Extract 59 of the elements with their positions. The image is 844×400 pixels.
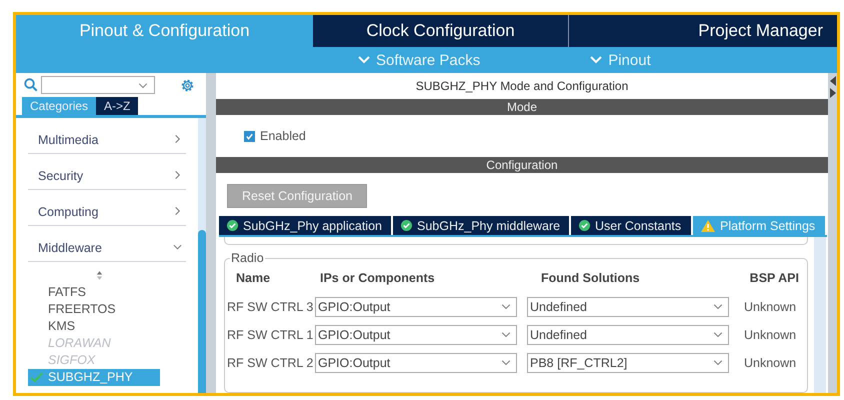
- component-item[interactable]: FREERTOS: [28, 301, 186, 318]
- chevron-icon: [173, 134, 182, 144]
- dropdown[interactable]: GPIO:Output: [315, 297, 517, 317]
- table-cell-text: Unknown: [743, 328, 798, 342]
- sort-icon[interactable]: [96, 270, 103, 281]
- chevron-down-icon: [501, 332, 511, 338]
- view-tab[interactable]: A->Z: [96, 97, 138, 115]
- dropdown[interactable]: Undefined: [527, 325, 729, 345]
- chevron-down-icon: [713, 332, 723, 338]
- dropdown[interactable]: Undefined: [527, 297, 729, 317]
- chevron-icon: [173, 170, 182, 180]
- settings-icon[interactable]: [179, 76, 196, 94]
- section-header: Mode: [216, 99, 828, 115]
- config-tab[interactable]: SubGHz_Phy middleware: [393, 216, 569, 235]
- category-item[interactable]: Multimedia: [28, 118, 186, 154]
- category-item[interactable]: Computing: [28, 190, 186, 226]
- main-tab[interactable]: Clock Configuration: [313, 15, 569, 47]
- table-cell-text: RF SW CTRL 3: [227, 300, 314, 314]
- table-cell-text: Unknown: [743, 356, 798, 370]
- table-cell-text: RF SW CTRL 2: [227, 356, 314, 370]
- config-tab[interactable]: User Constants: [571, 216, 691, 235]
- main-tab[interactable]: Project Manager: [569, 15, 837, 47]
- config-tab[interactable]: SubGHz_Phy application: [219, 216, 391, 235]
- table-cell-text: Unknown: [743, 300, 798, 314]
- column-header: Name: [235, 270, 272, 287]
- component-item[interactable]: FATFS: [28, 284, 186, 301]
- search-field[interactable]: [41, 76, 155, 94]
- chevron-down-icon: [501, 360, 511, 366]
- chevron-icon: [173, 206, 182, 216]
- chevron-down-icon: [138, 83, 148, 89]
- chevron-down-icon: [590, 56, 602, 64]
- warning-icon: [701, 220, 715, 232]
- dropdown[interactable]: PB8 [RF_CTRL2]: [527, 353, 729, 373]
- search-icon[interactable]: [24, 78, 38, 92]
- group-legend: Radio: [230, 251, 265, 265]
- panel-title: SUBGHZ_PHY Mode and Configuration: [414, 78, 630, 95]
- dropdown[interactable]: GPIO:Output: [315, 353, 517, 373]
- column-header: BSP API: [748, 270, 800, 287]
- chevron-down-icon: [713, 360, 723, 366]
- check-circle-icon: [401, 220, 412, 231]
- check-circle-icon: [579, 220, 590, 231]
- scrollbar[interactable]: [814, 237, 826, 393]
- scrollbar[interactable]: [198, 118, 206, 393]
- component-item[interactable]: KMS: [28, 318, 186, 335]
- check-circle-icon: [227, 220, 238, 231]
- dropdown[interactable]: GPIO:Output: [315, 325, 517, 345]
- category-item[interactable]: Security: [28, 154, 186, 190]
- section-header: Configuration: [216, 157, 828, 173]
- column-header: Found Solutions: [540, 270, 641, 287]
- category-item[interactable]: Middleware: [28, 226, 186, 262]
- chevron-down-icon: [501, 304, 511, 310]
- column-header: IPs or Components: [319, 270, 436, 287]
- chevron-icon: [173, 242, 182, 252]
- chevron-down-icon: [358, 56, 370, 64]
- chevron-down-icon: [713, 304, 723, 310]
- checkbox-icon: [244, 130, 255, 142]
- scroll-arrows-icon[interactable]: [828, 75, 836, 99]
- table-cell-text: RF SW CTRL 1: [227, 328, 314, 342]
- enabled-checkbox[interactable]: Enabled: [244, 129, 306, 143]
